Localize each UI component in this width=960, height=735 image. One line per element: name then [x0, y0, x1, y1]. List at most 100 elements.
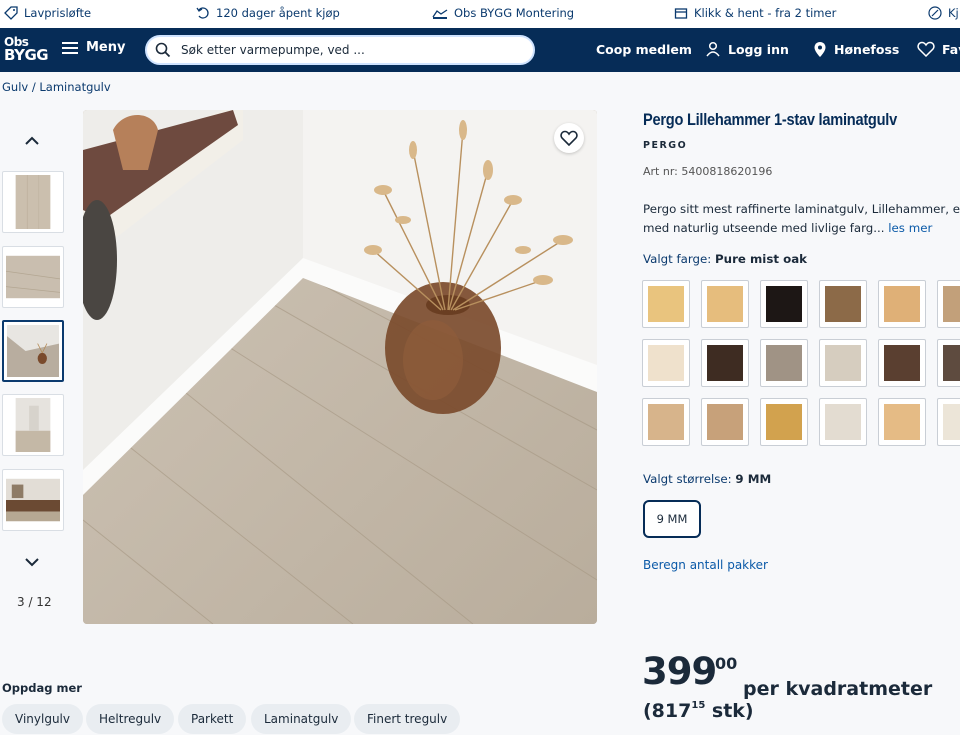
usp-label: Klikk & hent - fra 2 timer [694, 6, 837, 20]
favorites-link[interactable]: Fav [917, 41, 960, 57]
percent-icon [928, 6, 942, 20]
chip-finert-tregulv[interactable]: Finert tregulv [354, 704, 461, 734]
color-swatch[interactable] [642, 398, 690, 446]
location-pin-icon [814, 42, 826, 57]
return-icon [196, 7, 209, 19]
selected-size-line: Valgt størrelse: 9 MM [643, 472, 771, 486]
color-swatch[interactable] [937, 398, 960, 446]
search-bar [145, 35, 535, 65]
logo-line2: BYGG [4, 46, 49, 64]
usp-item-partial[interactable]: Kj [928, 6, 959, 20]
product-description: Pergo sitt mest raffinerte laminatgulv, … [643, 200, 960, 238]
search-input[interactable] [181, 43, 511, 57]
chip-vinylgulv[interactable]: Vinylgulv [2, 704, 83, 734]
login-label: Logg inn [728, 41, 789, 57]
package-price-decimals: 15 [691, 700, 706, 711]
store-selector[interactable]: Hønefoss [813, 41, 899, 58]
chevron-down-icon[interactable] [22, 552, 42, 572]
color-swatch[interactable] [701, 280, 749, 328]
kitchen-thumbnail-image [6, 478, 60, 522]
gallery-thumbnail-2[interactable] [2, 246, 64, 308]
usp-bar: Lavprisløfte 120 dager åpent kjøp Obs BY… [0, 0, 960, 28]
color-swatch[interactable] [642, 280, 690, 328]
tag-icon [4, 6, 18, 20]
color-value: Pure mist oak [715, 252, 808, 266]
color-swatch[interactable] [701, 398, 749, 446]
chip-laminatgulv[interactable]: Laminatgulv [251, 704, 352, 734]
usp-item-installation[interactable]: Obs BYGG Montering [432, 6, 574, 20]
usp-item-click-collect[interactable]: Klikk & hent - fra 2 timer [674, 6, 836, 20]
chip-heltregulv[interactable]: Heltregulv [86, 704, 175, 734]
room-vase-thumbnail-image [7, 325, 59, 377]
usp-item-price-promise[interactable]: Lavprisløfte [4, 6, 91, 20]
heart-icon [560, 130, 578, 146]
color-swatch[interactable] [819, 398, 867, 446]
gallery-thumbnail-4[interactable] [2, 394, 64, 456]
color-swatch[interactable] [819, 280, 867, 328]
swatch-color-fill [766, 286, 802, 322]
product-brand[interactable]: PERGO [643, 140, 687, 151]
size-option-button[interactable]: 9 MM [643, 500, 701, 538]
gallery-thumbnail-5[interactable] [2, 469, 64, 531]
color-swatch[interactable] [937, 339, 960, 387]
add-to-favorites-button[interactable] [554, 123, 584, 153]
package-price: (81715 stk) [643, 700, 754, 722]
swatch-color-fill [825, 404, 861, 440]
color-swatch[interactable] [760, 280, 808, 328]
color-swatch[interactable] [819, 339, 867, 387]
discover-title: Oppdag mer [2, 681, 82, 695]
search-icon [155, 42, 171, 58]
swatch-color-fill [884, 404, 920, 440]
usp-label: Lavprisløfte [24, 6, 92, 20]
swatch-color-fill [707, 404, 743, 440]
swatch-color-fill [766, 404, 802, 440]
floor-closeup-thumbnail-image [6, 255, 60, 299]
favorites-label: Fav [942, 41, 960, 57]
color-swatch[interactable] [878, 398, 926, 446]
coop-member-link[interactable]: Coop medlem [596, 42, 692, 57]
gallery-thumbnail-1[interactable] [2, 171, 64, 233]
breadcrumb-link[interactable]: Gulv / Laminatgulv [2, 80, 111, 94]
usp-item-open-purchase[interactable]: 120 dager åpent kjøp [196, 6, 340, 20]
read-more-link[interactable]: les mer [888, 221, 932, 235]
product-main-image[interactable] [83, 110, 597, 624]
breadcrumb[interactable]: Gulv / Laminatgulv [2, 80, 111, 94]
swatch-color-fill [825, 286, 861, 322]
size-label: Valgt størrelse: [643, 472, 732, 486]
price-decimals: 00 [715, 654, 738, 673]
size-value: 9 MM [735, 472, 772, 486]
menu-button[interactable]: Meny [62, 40, 125, 55]
swatch-color-fill [648, 286, 684, 322]
login-link[interactable]: Logg inn [705, 41, 789, 57]
coop-label: Coop medlem [596, 42, 692, 57]
chevron-up-icon[interactable] [22, 131, 42, 151]
swatch-color-fill [648, 345, 684, 381]
gallery-thumbnail-3-active[interactable] [2, 320, 64, 382]
product-title: Pergo Lillehammer 1-stav laminatgulv [643, 110, 897, 129]
obs-bygg-logo[interactable]: Obs BYGG [4, 36, 49, 66]
color-swatch[interactable] [760, 398, 808, 446]
hallway-thumbnail-image [15, 398, 51, 452]
chip-parkett[interactable]: Parkett [178, 704, 247, 734]
calculate-packages-link[interactable]: Beregn antall pakker [643, 558, 768, 572]
swatch-color-fill [648, 404, 684, 440]
color-label: Valgt farge: [643, 252, 712, 266]
color-swatch[interactable] [701, 339, 749, 387]
swatch-color-fill [825, 345, 861, 381]
color-swatch[interactable] [878, 339, 926, 387]
usp-label: 120 dager åpent kjøp [216, 6, 340, 20]
swatch-color-fill [707, 286, 743, 322]
swatch-color-fill [707, 345, 743, 381]
color-swatch[interactable] [760, 339, 808, 387]
site-header: Obs BYGG Meny Coop medlem Logg inn Hønef… [0, 28, 960, 72]
heart-icon [917, 41, 935, 57]
color-swatch[interactable] [937, 280, 960, 328]
price-whole: 399 [642, 650, 717, 693]
package-price-unit: stk) [711, 700, 754, 722]
color-swatch[interactable] [878, 280, 926, 328]
article-number: Art nr: 5400818620196 [643, 165, 773, 178]
package-price-whole: (817 [643, 700, 692, 722]
usp-label: Kj [948, 6, 959, 20]
color-swatch[interactable] [642, 339, 690, 387]
store-label: Hønefoss [834, 42, 900, 57]
